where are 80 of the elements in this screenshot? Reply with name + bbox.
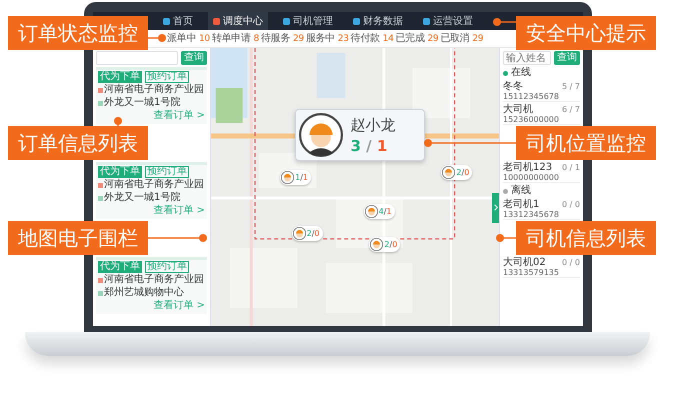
start-address: 河南省电子商务产业园 bbox=[104, 274, 204, 286]
callout-label: 订单信息列表 bbox=[8, 126, 148, 160]
driver-avatar-icon bbox=[292, 226, 306, 240]
callout-label: 司机位置监控 bbox=[516, 126, 656, 160]
end-address: 外龙又一城1号院 bbox=[104, 97, 180, 109]
start-address: 河南省电子商务产业园 bbox=[104, 84, 204, 96]
status-tab[interactable]: 转单申请 8 bbox=[212, 30, 259, 46]
driver-item[interactable]: 老司机123 0 / 1 10000000000 bbox=[503, 162, 580, 183]
end-icon bbox=[98, 100, 103, 106]
callout-label: 地图电子围栏 bbox=[8, 221, 148, 255]
driver-item[interactable]: 老司机1 0 / 0 13312345678 bbox=[503, 199, 580, 220]
driver-phone: 10000000000 bbox=[503, 173, 560, 182]
driver-avatar-icon bbox=[298, 113, 343, 158]
driver-popup[interactable]: 赵小龙 3 / 1 bbox=[294, 109, 425, 162]
start-icon bbox=[98, 182, 103, 188]
order-count: 4/1 bbox=[378, 206, 392, 216]
start-icon bbox=[98, 88, 103, 92]
driver-name: 赵小龙 bbox=[350, 116, 396, 135]
nav-icon bbox=[163, 18, 170, 24]
driver-avatar-icon bbox=[442, 166, 456, 179]
driver-avatar-icon bbox=[364, 204, 378, 218]
driver-phone: 15236000000 bbox=[503, 115, 560, 124]
end-icon bbox=[98, 196, 103, 200]
driver-item[interactable]: 大司机02 0 / 0 13313579135 bbox=[503, 257, 580, 278]
driver-phone: 13313579135 bbox=[503, 268, 560, 277]
nav-icon bbox=[283, 18, 290, 24]
start-address: 河南省电子商务产业园 bbox=[104, 179, 204, 191]
group-label[interactable]: 离线 bbox=[511, 185, 531, 197]
driver-phone: 13312345678 bbox=[503, 210, 560, 219]
driver-search-field[interactable]: 输入姓名 bbox=[503, 51, 551, 65]
order-count: 2/0 bbox=[306, 228, 320, 238]
driver-avatar-icon bbox=[370, 238, 384, 252]
driver-name: 老司机1 bbox=[503, 199, 540, 210]
end-address: 郑州艺城购物中心 bbox=[104, 287, 184, 299]
nav-tab[interactable]: 司机管理 bbox=[278, 12, 338, 30]
order-count: 2/0 bbox=[384, 240, 398, 250]
order-count: 3 / 1 bbox=[350, 136, 388, 155]
search-field[interactable] bbox=[96, 51, 178, 65]
status-tab[interactable]: 待付款 14 bbox=[350, 30, 394, 46]
order-tag: 代为下单 bbox=[98, 71, 142, 83]
nav-icon bbox=[213, 18, 220, 24]
start-icon bbox=[98, 278, 103, 282]
driver-item[interactable]: 大司机 6 / 7 15236000000 bbox=[503, 104, 580, 125]
status-tab[interactable]: 已完成 29 bbox=[396, 30, 438, 46]
order-count: 0 / 0 bbox=[562, 199, 580, 210]
callout-label: 订单状态监控 bbox=[8, 16, 148, 50]
order-count: 5 / 7 bbox=[562, 81, 580, 92]
order-count: 0 / 0 bbox=[562, 257, 580, 268]
order-tag: 代为下单 bbox=[98, 166, 142, 178]
status-tab[interactable]: 已取消 29 bbox=[440, 30, 484, 46]
nav-icon bbox=[353, 18, 360, 24]
order-count: 6 / 7 bbox=[562, 104, 580, 115]
order-count: 1/1 bbox=[295, 173, 308, 182]
driver-item[interactable]: 冬冬 5 / 7 15112345678 bbox=[503, 81, 580, 102]
panel-toggle-button[interactable] bbox=[492, 192, 499, 223]
callout-label: 安全中心提示 bbox=[516, 16, 656, 50]
driver-name: 老司机123 bbox=[503, 162, 552, 173]
driver-name: 大司机 bbox=[503, 104, 533, 115]
nav-tab[interactable]: 财务数据 bbox=[348, 12, 408, 30]
driver-name: 大司机02 bbox=[503, 257, 546, 268]
end-address: 外龙又一城1号院 bbox=[104, 192, 180, 204]
status-tab[interactable]: 服务中 23 bbox=[306, 30, 349, 46]
nav-tab[interactable]: 运营设置 bbox=[418, 12, 478, 30]
driver-marker[interactable]: 2/0 bbox=[369, 237, 400, 252]
order-tag: 代为下单 bbox=[98, 261, 142, 273]
driver-marker[interactable]: 1/1 bbox=[280, 170, 311, 186]
order-count: 0 / 1 bbox=[562, 162, 580, 173]
driver-phone: 15112345678 bbox=[503, 92, 560, 101]
status-tab[interactable]: 派单中 10 bbox=[167, 30, 210, 46]
nav-tab[interactable]: 首页 bbox=[158, 12, 198, 30]
status-tab[interactable]: 待服务 29 bbox=[260, 30, 304, 46]
nav-tab[interactable]: 调度中心 bbox=[208, 12, 268, 30]
driver-avatar-icon bbox=[281, 171, 294, 184]
callout-label: 司机信息列表 bbox=[516, 221, 656, 255]
group-label[interactable]: 在线 bbox=[511, 67, 531, 79]
driver-name: 冬冬 bbox=[503, 81, 523, 92]
chevron-right-icon bbox=[494, 204, 498, 212]
nav-icon bbox=[423, 18, 430, 24]
end-icon bbox=[98, 290, 103, 296]
order-count: 2/0 bbox=[456, 168, 470, 177]
